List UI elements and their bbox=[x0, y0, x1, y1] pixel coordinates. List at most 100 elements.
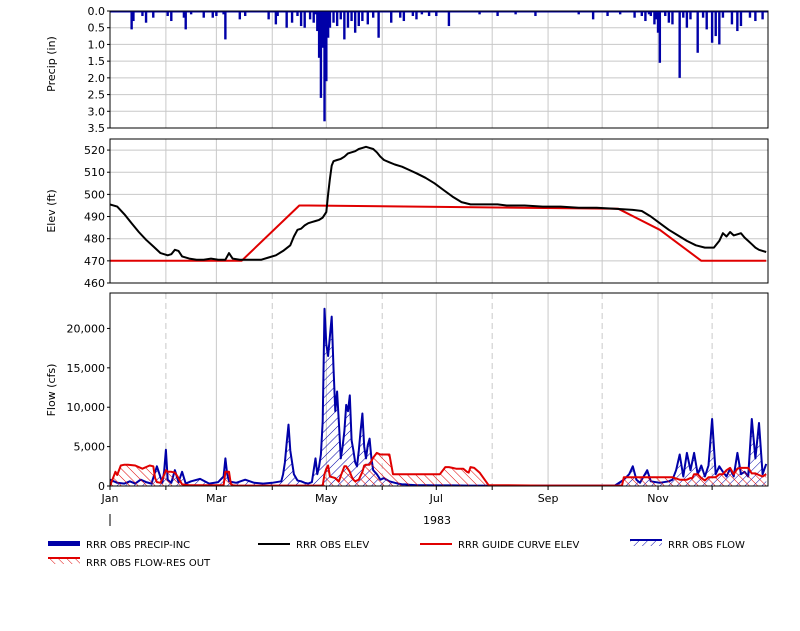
precip-bar bbox=[435, 11, 438, 17]
precip-bar bbox=[633, 11, 636, 18]
precip-bar bbox=[714, 11, 717, 37]
precip-bar bbox=[132, 11, 135, 22]
flow-areas bbox=[110, 307, 768, 486]
chart-root: 0.0 0.5 1.0 1.5 2.0 2.5 3.0 3.5 460 470 480 490 500 5… bbox=[0, 0, 800, 627]
legend-label: RRR OBS FLOW-RES OUT bbox=[86, 558, 211, 569]
elev-y-tick-label: 520 bbox=[84, 144, 105, 157]
elev-y-label: Elev (ft) bbox=[45, 189, 58, 232]
flow-area-fill bbox=[110, 308, 767, 486]
flow-series-line bbox=[110, 307, 768, 486]
precip-bar bbox=[447, 11, 451, 27]
elev-y-tick-label: 500 bbox=[84, 188, 105, 201]
precip-y-tick-label: 2.5 bbox=[88, 89, 106, 102]
flow-frame bbox=[109, 292, 769, 487]
precip-bar bbox=[696, 11, 699, 53]
precip-bar bbox=[357, 11, 360, 27]
precip-bar bbox=[189, 11, 193, 15]
precip-bar bbox=[152, 11, 155, 18]
precip-bar bbox=[427, 11, 431, 17]
precip-bar bbox=[350, 11, 353, 22]
precip-bar bbox=[211, 11, 214, 18]
precip-bar bbox=[514, 11, 517, 15]
precip-y-tick-label: 3.0 bbox=[88, 105, 106, 118]
legend-label: RRR GUIDE CURVE ELEV bbox=[458, 540, 579, 551]
flow-y-tick-label: 15,000 bbox=[67, 362, 106, 375]
flow-y-tick-label: 10,000 bbox=[67, 401, 106, 414]
elev-series-line bbox=[110, 145, 767, 261]
precip-bar bbox=[649, 11, 653, 17]
precip-bar bbox=[335, 11, 339, 27]
precip-bar bbox=[415, 11, 418, 20]
precip-bar bbox=[353, 11, 357, 33]
flow-area-fill bbox=[110, 452, 767, 486]
precip-bar bbox=[496, 11, 499, 17]
x-tick-label: May bbox=[315, 492, 338, 505]
elev-y-tick-label: 470 bbox=[84, 255, 105, 268]
precip-bar bbox=[303, 11, 306, 28]
precip-bar bbox=[411, 11, 415, 17]
flow-y-tick-label: 5,000 bbox=[74, 441, 106, 454]
precip-bar bbox=[328, 11, 332, 28]
precip-bar bbox=[141, 11, 144, 17]
x-tick-label: Jan bbox=[101, 492, 119, 505]
precip-bar bbox=[238, 11, 241, 20]
legend: RRR OBS PRECIP-INC RRR OBS ELEV RRR GUIDE … bbox=[48, 539, 745, 569]
precip-bar bbox=[618, 11, 622, 15]
precip-bar bbox=[202, 11, 205, 18]
precip-bar bbox=[267, 11, 270, 20]
precip-bar bbox=[299, 11, 303, 27]
precip-y-tick-label: 2.0 bbox=[88, 72, 106, 85]
precip-bar bbox=[244, 11, 247, 17]
precip-bar bbox=[372, 11, 375, 18]
elev-y-tick-label: 490 bbox=[84, 211, 105, 224]
legend-label: RRR OBS FLOW bbox=[668, 540, 745, 551]
precip-bar bbox=[478, 11, 481, 15]
precip-bar bbox=[276, 11, 279, 17]
precip-y-tick-label: 0.5 bbox=[88, 22, 106, 35]
flow-y-tick-label: 20,000 bbox=[67, 322, 106, 335]
precip-bar bbox=[534, 11, 537, 17]
precip-bar bbox=[377, 11, 380, 38]
precip-bar bbox=[296, 11, 299, 17]
precip-bar bbox=[658, 11, 662, 63]
precip-bar bbox=[739, 11, 743, 27]
precip-bar bbox=[346, 11, 350, 28]
precip-bar bbox=[640, 11, 644, 17]
precip-bar bbox=[332, 11, 335, 23]
precip-bar bbox=[730, 11, 734, 25]
x-tick-label: Mar bbox=[206, 492, 227, 505]
precip-bar bbox=[366, 11, 369, 25]
precip-bar bbox=[215, 11, 218, 17]
frame-layer bbox=[109, 10, 769, 487]
precip-bar bbox=[721, 11, 725, 18]
elev-lines bbox=[110, 145, 767, 262]
precip-bar bbox=[184, 11, 187, 30]
year-label: 1983 bbox=[423, 514, 451, 527]
precip-bar bbox=[671, 11, 674, 25]
precip-bar bbox=[420, 11, 424, 15]
precip-bar bbox=[290, 11, 294, 23]
legend-item: RRR OBS FLOW-RES OUT bbox=[48, 557, 211, 569]
legend-item: RRR OBS FLOW bbox=[630, 539, 745, 551]
legend-item: RRR GUIDE CURVE ELEV bbox=[420, 540, 579, 551]
precip-bar bbox=[606, 11, 609, 17]
precip-bar bbox=[664, 11, 667, 17]
precip-bar bbox=[754, 11, 757, 22]
precip-bar bbox=[689, 11, 692, 20]
precip-bar bbox=[402, 11, 406, 22]
flow-y-label: Flow (cfs) bbox=[45, 364, 58, 417]
precip-bar bbox=[399, 11, 402, 18]
precip-bar bbox=[761, 11, 764, 20]
precip-bar bbox=[166, 11, 169, 17]
precip-y-tick-label: 1.0 bbox=[88, 38, 106, 51]
legend-item: RRR OBS PRECIP-INC bbox=[48, 540, 190, 551]
precip-y-label: Precip (in) bbox=[45, 36, 58, 92]
precip-bar bbox=[718, 11, 721, 45]
precip-bar bbox=[710, 11, 714, 43]
precip-bar bbox=[591, 11, 595, 20]
elev-y-tick-label: 460 bbox=[84, 277, 105, 290]
precip-bar bbox=[390, 11, 393, 23]
x-tick-label: Nov bbox=[647, 492, 669, 505]
elev-y-tick-label: 510 bbox=[84, 166, 105, 179]
precip-bar bbox=[577, 11, 580, 15]
